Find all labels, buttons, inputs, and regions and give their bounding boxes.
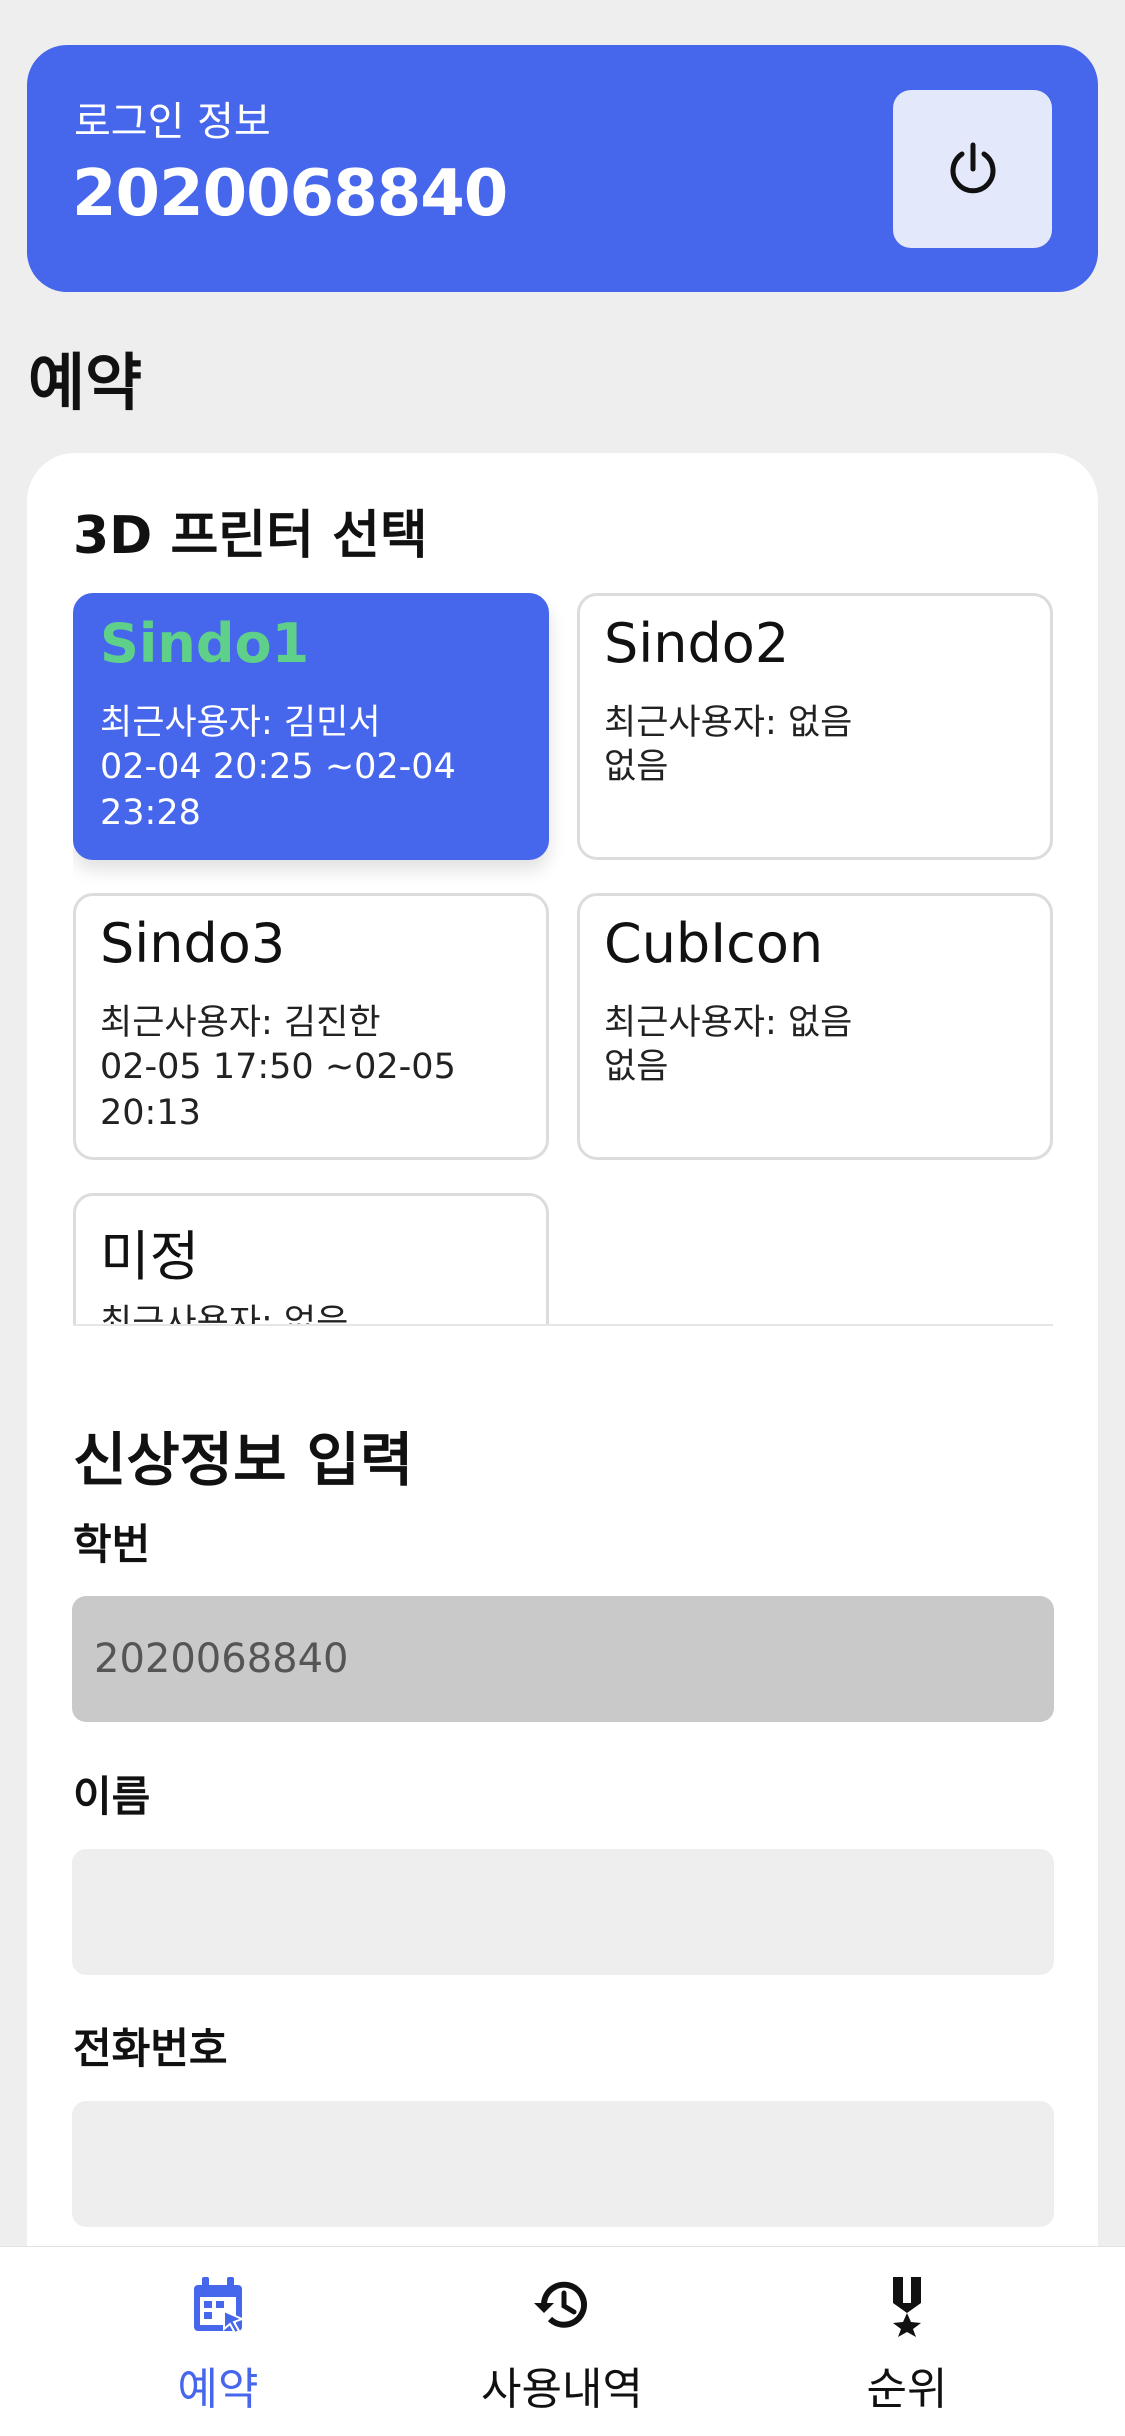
login-id: 2020068840 bbox=[72, 157, 508, 231]
printer-name: CubIcon bbox=[604, 912, 824, 975]
printer-recent-user: 최근사용자: 없음 bbox=[604, 1003, 853, 1043]
nav-item-ranking[interactable]: 순위 bbox=[757, 2247, 1057, 2436]
printer-grid[interactable]: Sindo1 최근사용자: 김민서 02-04 20:25 ~02-04 23:… bbox=[73, 593, 1053, 1326]
printer-name: Sindo3 bbox=[100, 912, 286, 975]
printer-time: 없음 bbox=[604, 747, 669, 787]
printer-recent-user: 최근사용자: 없음 bbox=[100, 1303, 349, 1326]
printer-card-sindo2[interactable]: Sindo2 최근사용자: 없음 없음 bbox=[577, 593, 1053, 860]
printer-time: 없음 bbox=[604, 1047, 669, 1087]
power-icon bbox=[950, 142, 995, 194]
printer-recent-user: 최근사용자: 김진한 bbox=[100, 1003, 381, 1043]
login-info-card: 로그인 정보 2020068840 bbox=[27, 45, 1098, 292]
reservation-card: 3D 프린터 선택 Sindo1 최근사용자: 김민서 02-04 20:25 … bbox=[27, 453, 1098, 2253]
printer-recent-user: 최근사용자: 김민서 bbox=[100, 703, 381, 743]
printer-time: 02-05 17:50 ~02-05 20:13 bbox=[100, 1047, 456, 1133]
bottom-nav: 예약 사용내역 순위 bbox=[0, 2246, 1125, 2436]
printer-card-cubicon[interactable]: CubIcon 최근사용자: 없음 없음 bbox=[577, 893, 1053, 1160]
student-id-label: 학번 bbox=[73, 1520, 151, 1569]
nav-label: 사용내역 bbox=[481, 2364, 643, 2415]
printer-name: 미정 bbox=[100, 1225, 200, 1288]
calendar-icon bbox=[194, 2277, 245, 2335]
page-title: 예약 bbox=[28, 346, 143, 419]
name-field[interactable] bbox=[72, 1849, 1054, 1975]
nav-label: 예약 bbox=[177, 2364, 259, 2415]
printer-card-sindo1[interactable]: Sindo1 최근사용자: 김민서 02-04 20:25 ~02-04 23:… bbox=[73, 593, 549, 860]
nav-item-history[interactable]: 사용내역 bbox=[412, 2247, 712, 2436]
nav-item-reservation[interactable]: 예약 bbox=[68, 2247, 368, 2436]
history-icon bbox=[534, 2281, 587, 2328]
phone-label: 전화번호 bbox=[73, 2024, 228, 2073]
nav-label: 순위 bbox=[866, 2364, 948, 2415]
name-label: 이름 bbox=[73, 1772, 151, 1821]
login-label: 로그인 정보 bbox=[74, 99, 271, 145]
printer-section-title: 3D 프린터 선택 bbox=[73, 506, 428, 566]
printer-name: Sindo2 bbox=[604, 612, 790, 675]
printer-card-undecided[interactable]: 미정 최근사용자: 없음 없음 bbox=[73, 1193, 549, 1326]
student-id-field: 2020068840 bbox=[72, 1596, 1054, 1722]
printer-recent-user: 최근사용자: 없음 bbox=[604, 703, 853, 743]
medal-icon bbox=[893, 2277, 921, 2337]
printer-name: Sindo1 bbox=[100, 612, 310, 675]
info-section-title: 신상정보 입력 bbox=[73, 1426, 414, 1494]
printer-time: 02-04 20:25 ~02-04 23:28 bbox=[100, 747, 456, 833]
printer-card-sindo3[interactable]: Sindo3 최근사용자: 김진한 02-05 17:50 ~02-05 20:… bbox=[73, 893, 549, 1160]
phone-field[interactable] bbox=[72, 2101, 1054, 2227]
logout-button[interactable] bbox=[893, 90, 1052, 248]
